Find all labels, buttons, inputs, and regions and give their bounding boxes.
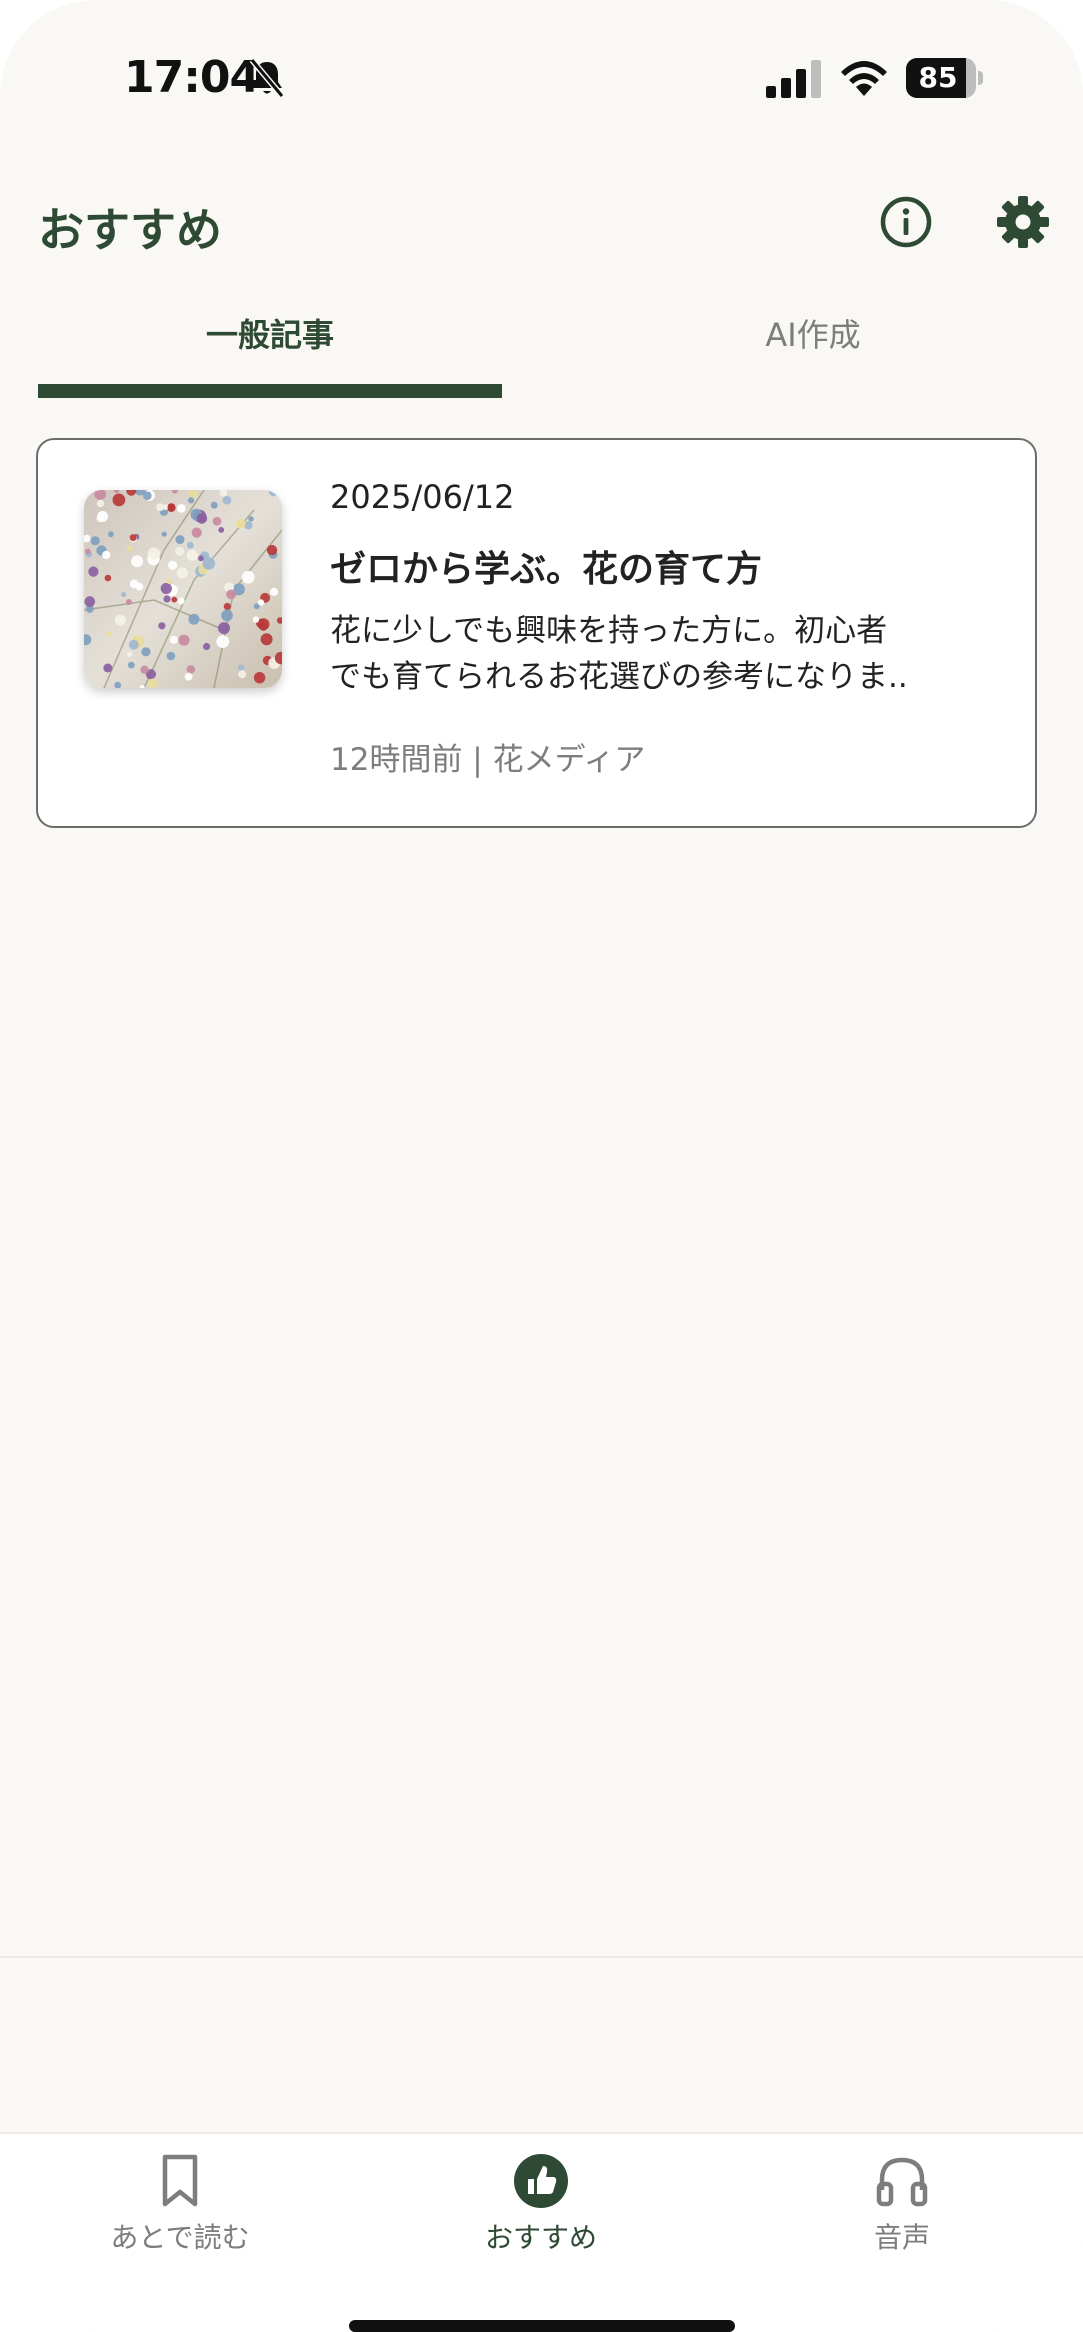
article-card[interactable]: 2025/06/12 ゼロから学ぶ。花の育て方 花に少しでも興味を持った方に。初… bbox=[36, 438, 1037, 828]
nav-label: おすすめ bbox=[484, 2221, 597, 2254]
wifi-icon bbox=[841, 61, 887, 96]
tab-ai-created[interactable]: AI作成 bbox=[581, 300, 1045, 400]
tab-general-articles[interactable]: 一般記事 bbox=[38, 300, 502, 400]
tab-label: AI作成 bbox=[765, 316, 861, 354]
status-bar: 17:04 85 bbox=[0, 0, 1083, 150]
info-icon[interactable] bbox=[878, 194, 934, 250]
article-thumbnail bbox=[84, 490, 282, 688]
tab-bar: 一般記事 AI作成 bbox=[38, 300, 1045, 400]
nav-recommended[interactable]: おすすめ bbox=[421, 2152, 661, 2272]
article-date: 2025/06/12 bbox=[330, 478, 515, 516]
headphones-icon bbox=[876, 2157, 928, 2207]
nav-label: 音声 bbox=[873, 2221, 930, 2254]
bookmark-icon bbox=[162, 2154, 198, 2207]
bell-off-icon bbox=[249, 58, 285, 98]
thumbs-up-icon bbox=[514, 2154, 568, 2208]
nav-read-later[interactable]: あとで読む bbox=[60, 2152, 300, 2272]
battery-icon: 85 bbox=[906, 58, 983, 98]
nav-label: あとで読む bbox=[110, 2221, 250, 2254]
article-excerpt-line: 花に少しでも興味を持った方に。初心者 bbox=[330, 613, 888, 649]
tab-label: 一般記事 bbox=[205, 316, 334, 354]
home-indicator bbox=[349, 2320, 735, 2332]
status-time: 17:04 bbox=[124, 52, 260, 103]
gear-icon[interactable] bbox=[995, 194, 1051, 250]
page-title: おすすめ bbox=[38, 203, 222, 257]
battery-level: 85 bbox=[918, 61, 958, 94]
bottom-navigation: あとで読む おすすめ 音声 bbox=[0, 2132, 1083, 2332]
app-screen: 17:04 85 おすすめ 一般記事 AI作成 2025/06/12 ゼロから学… bbox=[0, 0, 1083, 2332]
divider bbox=[0, 1956, 1083, 1958]
article-meta: 12時間前 | 花メディア bbox=[330, 742, 646, 778]
nav-audio[interactable]: 音声 bbox=[782, 2152, 1022, 2272]
tab-selected-indicator bbox=[38, 384, 502, 398]
article-title: ゼロから学ぶ。花の育て方 bbox=[330, 549, 763, 590]
article-excerpt-line: でも育てられるお花選びの参考になりま.. bbox=[330, 659, 908, 695]
signal-icon bbox=[766, 60, 821, 98]
article-excerpt: 花に少しでも興味を持った方に。初心者 でも育てられるお花選びの参考になりま.. bbox=[330, 608, 970, 700]
